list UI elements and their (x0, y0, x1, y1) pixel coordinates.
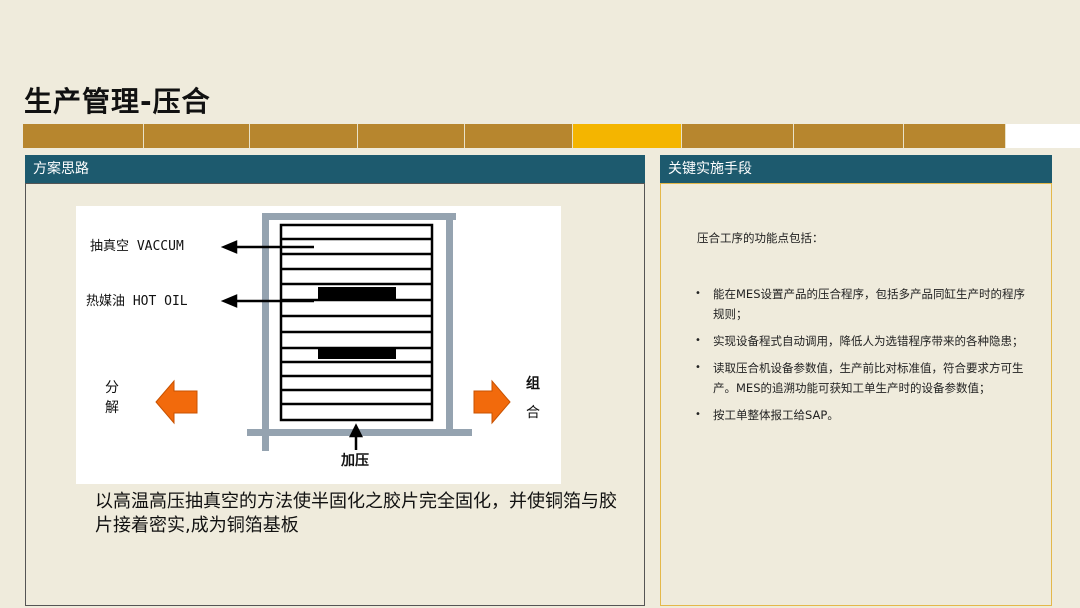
list-item: 读取压合机设备参数值，生产前比对标准值，符合要求方可生产。MES的追溯功能可获知… (686, 358, 1036, 398)
right-panel-header: 关键实施手段 (660, 155, 1052, 184)
hot-oil-label: 热媒油 HOT OIL (86, 294, 188, 309)
list-item: 按工单整体报工给SAP。 (686, 405, 1036, 425)
progress-segment (250, 124, 358, 148)
combine-label-1: 组 (526, 375, 540, 392)
heating-plate-upper (318, 287, 396, 299)
progress-segment (904, 124, 1006, 148)
progress-segment-active (573, 124, 682, 148)
function-intro: 压合工序的功能点包括： (697, 231, 824, 245)
lamination-diagram-svg: 抽真空 VACCUM 热媒油 HOT OIL 分 解 组 合 加压 (86, 213, 540, 469)
heating-plate-lower (318, 347, 396, 359)
lamination-diagram: 抽真空 VACCUM 热媒油 HOT OIL 分 解 组 合 加压 (76, 206, 561, 484)
frame-right-post (446, 213, 453, 435)
combine-label-2: 合 (526, 405, 540, 421)
diagram-caption: 以高温高压抽真空的方法使半固化之胶片完全固化，并使铜箔与胶片接着密实,成为铜箔基… (95, 491, 617, 536)
left-panel-header: 方案思路 (25, 155, 645, 184)
list-item: 实现设备程式自动调用，降低人为选错程序带来的各种隐患； (686, 331, 1036, 351)
split-label-2: 解 (105, 400, 119, 416)
list-item: 能在MES设置产品的压合程序，包括多产品同缸生产时的程序规则； (686, 284, 1036, 324)
progress-segment (358, 124, 465, 148)
split-arrow-icon (155, 379, 198, 425)
progress-segment (465, 124, 573, 148)
vacuum-label: 抽真空 VACCUM (90, 239, 184, 254)
page-title: 生产管理-压合 (24, 85, 211, 118)
frame-top-bar (268, 213, 456, 220)
progress-segment (682, 124, 794, 148)
progress-segment (144, 124, 250, 148)
function-list: 能在MES设置产品的压合程序，包括多产品同缸生产时的程序规则； 实现设备程式自动… (686, 284, 1036, 432)
progress-segment (23, 124, 144, 148)
split-label-1: 分 (105, 380, 119, 396)
press-label: 加压 (340, 453, 369, 469)
combine-arrow-icon (473, 379, 511, 425)
frame-left-post (262, 213, 269, 451)
progress-segment (1006, 124, 1080, 148)
section-progress-bar (23, 124, 1080, 148)
progress-segment (794, 124, 904, 148)
